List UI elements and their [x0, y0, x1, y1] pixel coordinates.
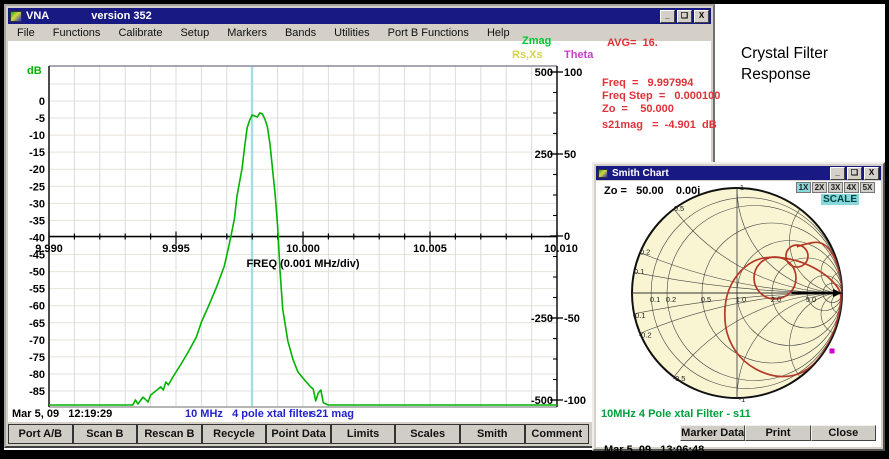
smith-button-bar: Marker Data Print Close [680, 425, 876, 441]
scan-date-time: Mar 5, 09 12:19:29 [12, 408, 113, 420]
vna-button-port-a-b[interactable]: Port A/B [8, 424, 73, 444]
svg-text:-0.1: -0.1 [633, 311, 646, 320]
vna-winbtn--[interactable]: _ [660, 9, 675, 23]
smith-winbtn-x[interactable]: X [864, 166, 879, 180]
smith-winbtn--[interactable]: _ [830, 166, 845, 180]
menu-bar: File Functions Calibrate Setup Markers Bands U… [8, 24, 711, 41]
svg-text:0.5: 0.5 [701, 295, 711, 304]
legend-zmag: Zmag [522, 35, 552, 47]
vna-button-recycle[interactable]: Recycle [201, 424, 267, 444]
zo-readout: Zo = 50.000 [602, 103, 674, 115]
menu-item-utilities[interactable]: Utilities [325, 27, 378, 39]
svg-text:0.2: 0.2 [666, 295, 676, 304]
smith-button-print[interactable]: Print [745, 425, 811, 441]
menu-item-port-b-functions[interactable]: Port B Functions [379, 27, 478, 39]
menu-item-help[interactable]: Help [478, 27, 519, 39]
svg-text:0.1: 0.1 [650, 295, 660, 304]
vna-button-limits[interactable]: Limits [330, 424, 396, 444]
svg-text:2.0: 2.0 [771, 295, 781, 304]
smith-app-icon [598, 168, 608, 178]
vna-button-scan-b[interactable]: Scan B [72, 424, 138, 444]
smith-client-area: Zo = 50.00 0.00j 1X 2X 3X 4X 5X SCALE 0.1 0.2… [596, 181, 881, 456]
trace-name: s21 mag [310, 408, 355, 420]
svg-text:-0.2: -0.2 [639, 330, 652, 339]
smith-button-marker-data[interactable]: Marker Data [680, 425, 746, 441]
annotation-text: Crystal Filter Response [741, 45, 828, 83]
menu-item-file[interactable]: File [8, 27, 44, 39]
svg-text:5.0: 5.0 [806, 295, 816, 304]
freq-readout: Freq = 9.997994 [602, 77, 694, 89]
svg-text:0.2: 0.2 [640, 248, 650, 257]
legend-theta: Theta [564, 49, 594, 61]
smith-date-time: Mar 5, 09 13:06:48 [604, 444, 705, 456]
svg-text:-1: -1 [739, 395, 746, 404]
screenshot-frame: VNA version 352 _ ❏ X File Functions Calibra… [0, 0, 889, 459]
page-background: VNA version 352 _ ❏ X File Functions Calibra… [4, 4, 885, 456]
smith-chart-window: Smith Chart _ ❏ X Zo = 50.00 0.00j 1X 2X 3X 4… [592, 162, 885, 456]
legend-rsxs: Rs,Xs [512, 49, 543, 61]
svg-text:0.1: 0.1 [634, 267, 644, 276]
vna-button-rescan-b[interactable]: Rescan B [137, 424, 202, 444]
window-title: VNA [26, 10, 50, 22]
s21mag-readout: s21mag = -4.901 dB [602, 119, 717, 131]
vna-button-point-data[interactable]: Point Data [266, 424, 331, 444]
avg-readout: AVG= 16. [607, 37, 658, 49]
window-controls: _ ❏ X [660, 9, 709, 23]
menu-item-functions[interactable]: Functions [44, 27, 110, 39]
menu-item-calibrate[interactable]: Calibrate [109, 27, 171, 39]
vna-app-icon [10, 10, 22, 22]
svg-text:1: 1 [740, 183, 744, 192]
vna-winbtn--[interactable]: ❏ [677, 9, 692, 23]
window-title-version: version 352 [91, 10, 152, 22]
db-axis-label: dB [27, 65, 42, 77]
svg-text:0.5: 0.5 [674, 204, 684, 213]
menu-item-bands[interactable]: Bands [276, 27, 325, 39]
smith-window-controls: _ ❏ X [830, 166, 879, 180]
vna-button-comment[interactable]: Comment [524, 424, 590, 444]
smith-window-title: Smith Chart [612, 167, 669, 179]
vna-button-bar: Port A/B Scan B Rescan B Recycle Point Data L… [8, 424, 590, 444]
vna-winbtn-x[interactable]: X [694, 9, 709, 23]
freq-step-readout: Freq Step = 0.000100 [602, 90, 721, 102]
menu-item-setup[interactable]: Setup [171, 27, 218, 39]
menu-item-markers[interactable]: Markers [218, 27, 276, 39]
smith-trace-label: 10MHz 4 Pole xtal Filter - s11 [601, 408, 751, 420]
vna-button-scales[interactable]: Scales [395, 424, 460, 444]
svg-text:1.0: 1.0 [736, 295, 746, 304]
smith-titlebar[interactable]: Smith Chart _ ❏ X [596, 166, 881, 180]
smith-button-close[interactable]: Close [810, 425, 876, 441]
vna-titlebar[interactable]: VNA version 352 _ ❏ X [8, 8, 711, 24]
svg-text:-0.5: -0.5 [673, 374, 686, 383]
smith-winbtn--[interactable]: ❏ [847, 166, 862, 180]
scan-title: 10 MHz 4 pole xtal filter [185, 408, 313, 420]
vna-button-smith[interactable]: Smith [459, 424, 525, 444]
